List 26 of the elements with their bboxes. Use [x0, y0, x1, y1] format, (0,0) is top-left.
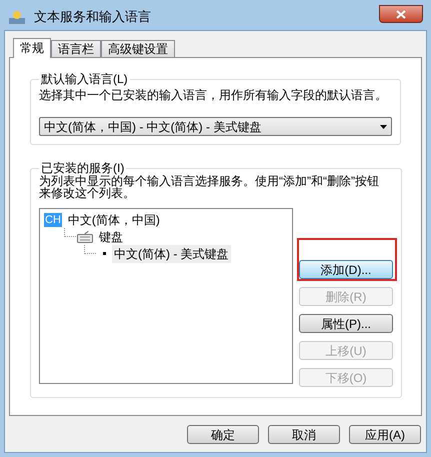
dropdown-value: 中文(简体，中国) - 中文(简体) - 美式键盘	[44, 118, 262, 136]
dialog-button[interactable]: 应用(A)	[349, 425, 421, 444]
tree-item[interactable]: 中文(简体) - 美式键盘	[112, 244, 231, 262]
tab[interactable]: 语言栏	[51, 40, 101, 57]
tab[interactable]: 高级键设置	[101, 40, 175, 57]
dialog-button[interactable]: 确定	[187, 425, 259, 444]
tab[interactable]: 常规	[13, 38, 51, 58]
dialog-button[interactable]: 添加(D)...	[299, 260, 393, 279]
app-icon	[8, 9, 26, 25]
bullet-icon	[103, 252, 106, 255]
tree-item[interactable]: 中文(简体，中国)	[66, 210, 162, 228]
dialog-button[interactable]: 取消	[268, 425, 340, 444]
description-text: 为列表中显示的每个输入语言选择服务。使用“添加”和“删除”按钮来修改这个列表。	[39, 175, 380, 199]
keyboard-icon	[77, 230, 93, 242]
services-tree[interactable]: CH 中文(简体，中国) 键盘 中文(简体) - 美式键盘	[39, 208, 293, 384]
close-button[interactable]	[379, 5, 423, 23]
dialog-button[interactable]: 属性(P)...	[299, 314, 393, 333]
window-title: 文本服务和输入语言	[34, 8, 152, 26]
tree-item[interactable]: 键盘	[97, 228, 125, 246]
group-title: 已安装的服务(I)	[40, 160, 126, 175]
language-badge: CH	[44, 212, 62, 226]
language-dropdown[interactable]: 中文(简体，中国) - 中文(简体) - 美式键盘	[39, 117, 392, 136]
caret-icon	[380, 124, 387, 128]
close-icon	[396, 10, 406, 18]
description-text: 选择其中一个已安装的输入语言，用作所有输入字段的默认语言。	[39, 88, 388, 102]
group-title: 默认输入语言(L)	[40, 71, 129, 88]
